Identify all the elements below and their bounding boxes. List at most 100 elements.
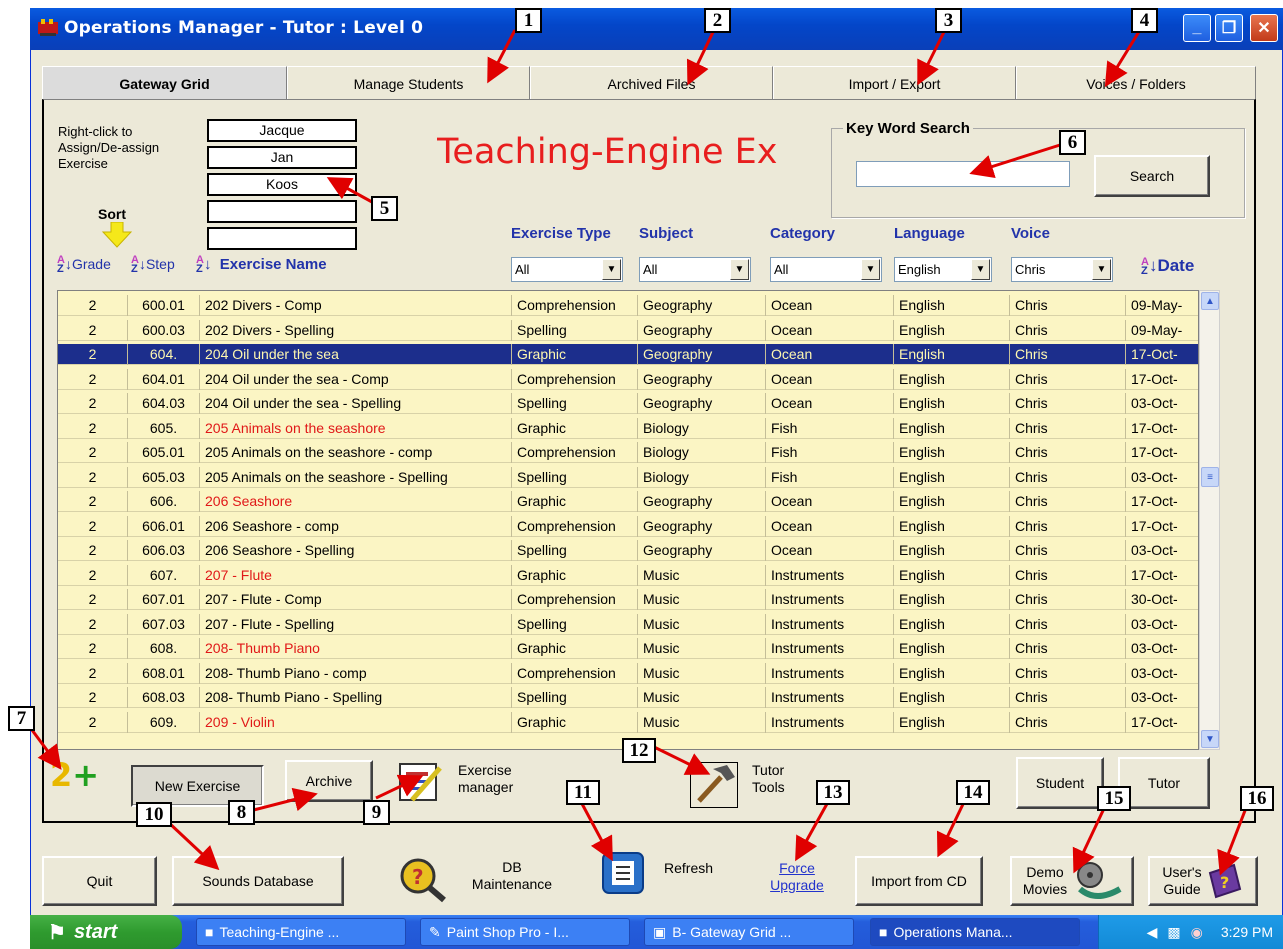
import-from-cd-button[interactable]: Import from CD <box>855 856 983 906</box>
table-row[interactable]: 2 606.03 206 Seashore - Spelling Spelling Ge… <box>58 540 1198 561</box>
language-filter[interactable]: English ▼ <box>894 257 992 282</box>
sort-az-icon[interactable]: AZ <box>57 255 65 275</box>
search-button[interactable]: Search <box>1094 155 1210 197</box>
svg-text:?: ? <box>1220 873 1229 892</box>
users-guide-button[interactable]: User's Guide ? <box>1148 856 1258 906</box>
chevron-down-icon[interactable]: ▼ <box>971 259 990 280</box>
language-cell: English <box>894 393 1010 414</box>
voice-filter[interactable]: Chris ▼ <box>1011 257 1113 282</box>
subject-cell: Music <box>638 638 766 659</box>
scroll-down-icon[interactable]: ▼ <box>1201 730 1219 748</box>
table-row[interactable]: 2 607.03 207 - Flute - Spelling Spelling Mus… <box>58 613 1198 635</box>
subject-cell: Biology <box>638 442 766 463</box>
scroll-up-icon[interactable]: ▲ <box>1201 292 1219 310</box>
restore-icon[interactable]: ❐ <box>1215 14 1243 42</box>
grade-header[interactable]: A Z ↓Grade <box>57 255 111 275</box>
step-cell: 609. <box>128 711 200 733</box>
tutor-button[interactable]: Tutor <box>1118 757 1210 809</box>
taskbar-item[interactable]: ■ Operations Mana... <box>870 918 1080 946</box>
table-row[interactable]: 2 607.01 207 - Flute - Comp Comprehension Mu… <box>58 589 1198 610</box>
date-header[interactable]: A Z ↓Date <box>1141 256 1194 276</box>
category-cell: Fish <box>766 442 894 463</box>
category-cell: Ocean <box>766 393 894 414</box>
table-row[interactable]: 2 605.03 205 Animals on the seashore - Spe… <box>58 466 1198 488</box>
student-slot[interactable]: Jan <box>207 146 357 169</box>
student-slot[interactable] <box>207 200 357 223</box>
table-row[interactable]: 2 600.01 202 Divers - Comp Comprehension Geo… <box>58 295 1198 316</box>
scroll-thumb[interactable]: ≡ <box>1201 467 1219 487</box>
exercise-grid[interactable]: 2 600.01 202 Divers - Comp Comprehension Geo… <box>57 290 1199 750</box>
table-row[interactable]: 2 600.03 202 Divers - Spelling Spelling Geog… <box>58 319 1198 341</box>
network-icon[interactable]: ▩ <box>1167 924 1180 941</box>
force-upgrade-link[interactable]: Force Upgrade <box>762 860 832 894</box>
table-row[interactable]: 2 605. 205 Animals on the seashore Graphic B… <box>58 417 1198 439</box>
table-row[interactable]: 2 609. 209 - Violin Graphic Music Instruments… <box>58 711 1198 733</box>
callout-label: 5 <box>371 196 398 221</box>
exercise-name-cell: 202 Divers - Spelling <box>200 319 512 341</box>
hammer-icon[interactable] <box>690 762 738 808</box>
language-cell: English <box>894 295 1010 316</box>
table-row[interactable]: 2 608. 208- Thumb Piano Graphic Music Instrum… <box>58 638 1198 659</box>
table-row[interactable]: 2 604. 204 Oil under the sea Graphic Geograp… <box>58 344 1198 365</box>
sort-down-arrow-icon <box>101 222 133 248</box>
subject-cell: Geography <box>638 540 766 561</box>
chevron-down-icon[interactable]: ▼ <box>1092 259 1111 280</box>
table-row[interactable]: 2 608.03 208- Thumb Piano - Spelling Spelli… <box>58 687 1198 708</box>
exercise-name-cell: 204 Oil under the sea <box>200 344 512 365</box>
student-slot[interactable] <box>207 227 357 250</box>
chevron-down-icon[interactable]: ▼ <box>730 259 749 280</box>
tab-manage-students[interactable]: Manage Students <box>287 66 530 100</box>
taskbar-item[interactable]: ✎ Paint Shop Pro - I... <box>420 918 630 946</box>
table-row[interactable]: 2 606. 206 Seashore Graphic Geography Ocean En… <box>58 491 1198 512</box>
close-icon[interactable]: ✕ <box>1250 14 1278 42</box>
keyword-search-input[interactable] <box>856 161 1070 187</box>
sort-az-icon[interactable]: AZ <box>196 255 204 275</box>
shield-icon[interactable]: ◉ <box>1191 924 1203 941</box>
student-button[interactable]: Student <box>1016 757 1104 809</box>
sort-az-icon[interactable]: AZ <box>1141 256 1149 276</box>
table-row[interactable]: 2 604.01 204 Oil under the sea - Comp Compr… <box>58 368 1198 390</box>
subject-filter[interactable]: All ▼ <box>639 257 751 282</box>
table-row[interactable]: 2 608.01 208- Thumb Piano - comp Comprehens… <box>58 662 1198 684</box>
chevron-down-icon[interactable]: ▼ <box>861 259 880 280</box>
exercise-type-filter[interactable]: All ▼ <box>511 257 623 282</box>
exercise-name-cell: 207 - Flute - Comp <box>200 589 512 610</box>
db-maintenance-icon[interactable]: ? <box>396 854 450 904</box>
refresh-icon[interactable] <box>600 848 648 898</box>
date-cell: 17-Oct- <box>1126 344 1198 365</box>
tab-voices-folders[interactable]: Voices / Folders <box>1016 66 1256 100</box>
category-cell: Instruments <box>766 613 894 635</box>
language-cell: English <box>894 711 1010 733</box>
exercise-manager-icon[interactable] <box>398 760 446 804</box>
callout-label: 16 <box>1240 786 1274 811</box>
tray-expand-icon[interactable]: ◀ <box>1147 924 1158 941</box>
taskbar-item[interactable]: ■ Teaching-Engine ... <box>196 918 406 946</box>
chevron-down-icon[interactable]: ▼ <box>602 259 621 280</box>
taskbar-item[interactable]: ▣ B- Gateway Grid ... <box>644 918 854 946</box>
tab-gateway-grid[interactable]: Gateway Grid <box>42 66 287 100</box>
grade-cell: 2 <box>58 295 128 316</box>
start-button[interactable]: ⚑ start <box>30 915 182 949</box>
sounds-database-button[interactable]: Sounds Database <box>172 856 344 906</box>
table-row[interactable]: 2 605.01 205 Animals on the seashore - com… <box>58 442 1198 463</box>
table-row[interactable]: 2 604.03 204 Oil under the sea - Spelling S… <box>58 393 1198 414</box>
table-row[interactable]: 2 607. 207 - Flute Graphic Music Instruments E… <box>58 564 1198 586</box>
archive-button[interactable]: Archive <box>285 760 373 802</box>
student-slot[interactable]: Jacque <box>207 119 357 142</box>
category-filter[interactable]: All ▼ <box>770 257 882 282</box>
minimize-icon[interactable]: _ <box>1183 14 1211 42</box>
film-reel-icon <box>1077 862 1122 899</box>
date-cell: 17-Oct- <box>1126 565 1198 586</box>
date-cell: 03-Oct- <box>1126 540 1198 561</box>
tab-archived-files[interactable]: Archived Files <box>530 66 773 100</box>
demo-movies-button[interactable]: Demo Movies <box>1010 856 1134 906</box>
sort-az-icon[interactable]: AZ <box>131 255 139 275</box>
table-row[interactable]: 2 606.01 206 Seashore - comp Comprehension G… <box>58 515 1198 537</box>
language-cell: English <box>894 442 1010 463</box>
student-slot[interactable]: Koos <box>207 173 357 196</box>
exercise-name-header[interactable]: A Z ↓ Exercise Name <box>196 255 327 275</box>
tab-import-export[interactable]: Import / Export <box>773 66 1016 100</box>
step-header[interactable]: A Z ↓Step <box>131 255 175 275</box>
grid-scrollbar[interactable]: ▲ ≡ ▼ <box>1199 290 1220 750</box>
quit-button[interactable]: Quit <box>42 856 157 906</box>
